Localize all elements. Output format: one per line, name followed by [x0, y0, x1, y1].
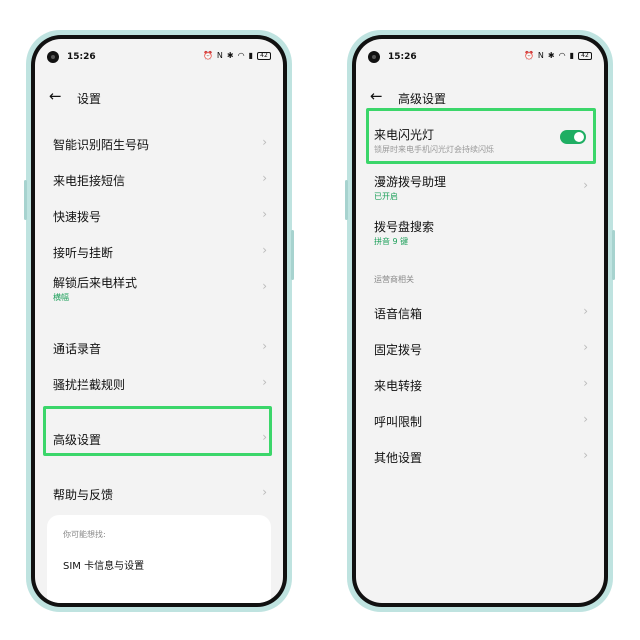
- suggestion-card: 你可能想找: SIM 卡信息与设置: [47, 515, 271, 603]
- setting-row-speed-dial[interactable]: 快速拨号 ›: [35, 198, 283, 234]
- setting-row-call-barring[interactable]: 呼叫限制 ›: [356, 403, 604, 439]
- section-header-carrier: 运营商相关: [374, 275, 414, 284]
- back-arrow-icon[interactable]: ←: [370, 87, 383, 105]
- battery-icon: 42: [257, 51, 271, 60]
- setting-row-call-style[interactable]: 解锁后来电样式 横幅 ›: [35, 270, 283, 306]
- power-button: [291, 230, 294, 280]
- suggestion-sim-settings[interactable]: SIM 卡信息与设置: [63, 557, 144, 572]
- status-time: 15:26: [67, 52, 96, 62]
- alarm-icon: ⏰: [202, 51, 213, 60]
- chevron-right-icon: ›: [583, 376, 588, 390]
- wifi-icon: ◠: [558, 51, 566, 60]
- setting-label: 解锁后来电样式: [53, 276, 138, 290]
- setting-row-harassment[interactable]: 骚扰拦截规则 ›: [35, 366, 283, 402]
- chevron-right-icon: ›: [262, 243, 267, 257]
- page-title: 高级设置: [398, 92, 447, 106]
- setting-value: 拼音 9 键: [374, 237, 409, 246]
- chevron-right-icon: ›: [262, 485, 267, 499]
- chevron-right-icon: ›: [262, 207, 267, 221]
- volume-button: [345, 180, 348, 220]
- setting-label: 来电拒接短信: [53, 174, 126, 188]
- bluetooth-icon: ✱: [226, 51, 234, 60]
- highlight-box-flash-light: [366, 108, 596, 164]
- setting-label: 固定拨号: [374, 343, 423, 357]
- setting-label: 呼叫限制: [374, 415, 423, 429]
- nfc-icon: N: [216, 51, 223, 60]
- status-bar: 15:26 ⏰ N ✱ ◠ ▮ 42: [356, 47, 604, 65]
- setting-label: 其他设置: [374, 451, 423, 465]
- power-button: [612, 230, 615, 280]
- setting-row-call-recording[interactable]: 通话录音 ›: [35, 330, 283, 366]
- chevron-right-icon: ›: [262, 171, 267, 185]
- setting-label: 快速拨号: [53, 210, 102, 224]
- setting-row-dialpad-search[interactable]: 拨号盘搜索 拼音 9 键: [356, 214, 604, 250]
- setting-label: 骚扰拦截规则: [53, 378, 126, 392]
- nav-bar: ← 高级设置: [356, 83, 604, 111]
- setting-label: 拨号盘搜索: [374, 220, 435, 234]
- nav-bar: ← 设置: [35, 83, 283, 111]
- chevron-right-icon: ›: [262, 375, 267, 389]
- suggestion-hint: 你可能想找:: [63, 530, 106, 539]
- front-camera-icon: [47, 51, 59, 63]
- setting-row-fixed-dialing[interactable]: 固定拨号 ›: [356, 331, 604, 367]
- battery-icon: 42: [578, 51, 592, 60]
- chevron-right-icon: ›: [262, 135, 267, 149]
- setting-label: 通话录音: [53, 342, 102, 356]
- chevron-right-icon: ›: [583, 448, 588, 462]
- signal-icon: ▮: [248, 51, 253, 60]
- setting-row-answer-hangup[interactable]: 接听与挂断 ›: [35, 234, 283, 270]
- setting-row-help[interactable]: 帮助与反馈 ›: [35, 476, 283, 512]
- setting-row-call-forwarding[interactable]: 来电转接 ›: [356, 367, 604, 403]
- setting-value: 已开启: [374, 192, 398, 201]
- front-camera-icon: [368, 51, 380, 63]
- setting-row-voicemail[interactable]: 语音信箱 ›: [356, 295, 604, 331]
- setting-row-smart-identify[interactable]: 智能识别陌生号码 ›: [35, 126, 283, 162]
- chevron-right-icon: ›: [262, 339, 267, 353]
- chevron-right-icon: ›: [583, 178, 588, 192]
- signal-icon: ▮: [569, 51, 574, 60]
- setting-row-roaming-assistant[interactable]: 漫游拨号助理 已开启 ›: [356, 169, 604, 205]
- page-title: 设置: [77, 92, 102, 106]
- nfc-icon: N: [537, 51, 544, 60]
- screen-settings: 15:26 ⏰ N ✱ ◠ ▮ 42 ← 设置 智能识别陌生号码 › 来电拒接短…: [35, 39, 283, 603]
- highlight-box-advanced: [43, 406, 272, 456]
- setting-row-other[interactable]: 其他设置 ›: [356, 439, 604, 475]
- chevron-right-icon: ›: [583, 304, 588, 318]
- bluetooth-icon: ✱: [547, 51, 555, 60]
- volume-button: [24, 180, 27, 220]
- back-arrow-icon[interactable]: ←: [49, 87, 62, 105]
- chevron-right-icon: ›: [583, 340, 588, 354]
- setting-row-reject-sms[interactable]: 来电拒接短信 ›: [35, 162, 283, 198]
- chevron-right-icon: ›: [583, 412, 588, 426]
- setting-label: 帮助与反馈: [53, 488, 114, 502]
- status-bar: 15:26 ⏰ N ✱ ◠ ▮ 42: [35, 47, 283, 65]
- chevron-right-icon: ›: [262, 279, 267, 293]
- alarm-icon: ⏰: [523, 51, 534, 60]
- setting-label: 语音信箱: [374, 307, 423, 321]
- setting-label: 来电转接: [374, 379, 423, 393]
- wifi-icon: ◠: [237, 51, 245, 60]
- setting-value: 横幅: [53, 293, 69, 302]
- setting-label: 接听与挂断: [53, 246, 114, 260]
- setting-label: 漫游拨号助理: [374, 175, 447, 189]
- status-time: 15:26: [388, 52, 417, 62]
- setting-label: 智能识别陌生号码: [53, 138, 150, 152]
- phone-left: 15:26 ⏰ N ✱ ◠ ▮ 42 ← 设置 智能识别陌生号码 › 来电拒接短…: [24, 30, 294, 612]
